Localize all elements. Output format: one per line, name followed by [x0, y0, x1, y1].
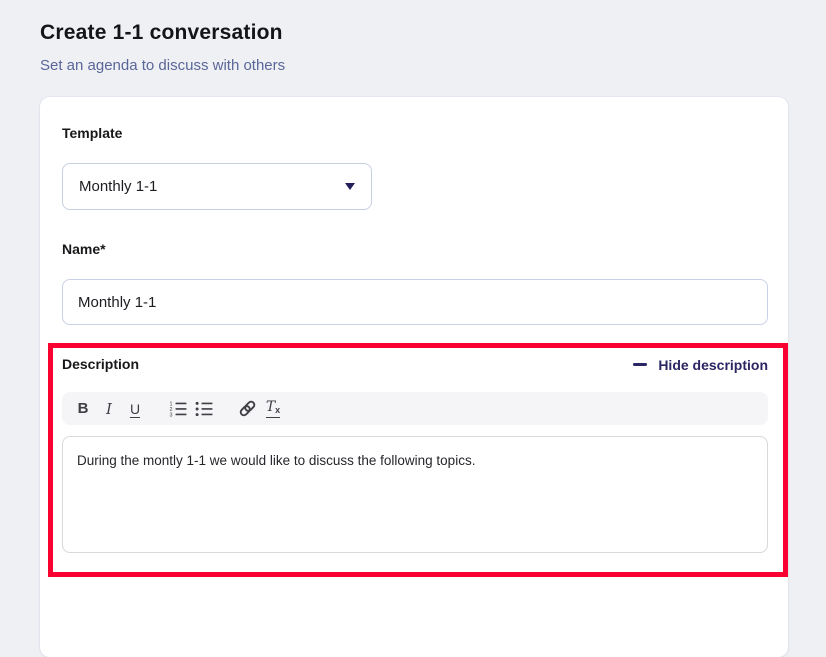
ordered-list-icon: 1 2 3: [169, 400, 187, 418]
template-select[interactable]: Monthly 1-1: [62, 163, 372, 210]
bullet-list-button[interactable]: [191, 396, 217, 422]
hide-description-button[interactable]: Hide description: [633, 357, 768, 373]
template-select-value: Monthly 1-1: [79, 178, 157, 195]
form-card: Template Monthly 1-1 Name* Description H…: [40, 97, 788, 657]
page-title: Create 1-1 conversation: [40, 21, 786, 45]
name-input[interactable]: [62, 279, 768, 325]
bullet-list-icon: [195, 400, 213, 418]
template-label: Template: [62, 125, 768, 142]
svg-text:3: 3: [170, 412, 173, 417]
italic-button[interactable]: I: [96, 396, 122, 422]
clear-formatting-button[interactable]: Tx: [260, 396, 286, 422]
hide-description-label: Hide description: [658, 357, 768, 373]
bold-icon: B: [78, 400, 89, 417]
bold-button[interactable]: B: [70, 396, 96, 422]
clear-formatting-icon: Tx: [266, 400, 280, 418]
description-label: Description: [62, 356, 139, 373]
page-subtitle: Set an agenda to discuss with others: [40, 56, 786, 76]
name-label: Name*: [62, 241, 768, 258]
name-field: Name*: [62, 241, 768, 325]
description-section: Description Hide description B I U 1 2: [62, 356, 768, 553]
ordered-list-button[interactable]: 1 2 3: [165, 396, 191, 422]
description-header-row: Description Hide description: [62, 356, 768, 373]
insert-link-button[interactable]: [234, 396, 260, 422]
italic-icon: I: [106, 400, 112, 418]
description-editor[interactable]: During the montly 1-1 we would like to d…: [62, 436, 768, 553]
underline-button[interactable]: U: [122, 396, 148, 422]
minus-icon: [633, 363, 647, 366]
chevron-down-icon: [345, 183, 355, 190]
link-icon: [238, 399, 257, 418]
template-field: Template Monthly 1-1: [62, 125, 768, 210]
underline-icon: U: [130, 401, 140, 417]
page-header: Create 1-1 conversation Set an agenda to…: [0, 0, 826, 76]
richtext-toolbar: B I U 1 2 3: [62, 392, 768, 425]
description-text: During the montly 1-1 we would like to d…: [77, 453, 475, 468]
